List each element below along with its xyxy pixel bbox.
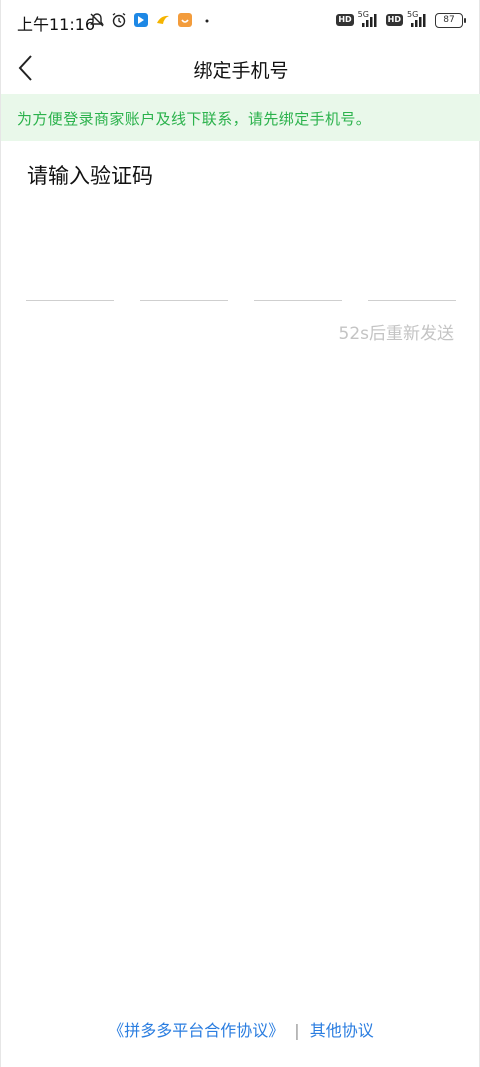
hd-badge: HD <box>336 14 354 26</box>
app-blue-icon <box>134 13 148 27</box>
code-digit-2[interactable] <box>140 240 228 301</box>
status-time: 上午11:16 <box>17 15 96 34</box>
battery-icon: 87 <box>435 12 466 28</box>
app-yellow-icon <box>157 15 169 24</box>
network-type: 5G <box>357 10 369 19</box>
battery-level: 87 <box>443 14 455 25</box>
signal-icon: 5G <box>407 10 431 28</box>
signal-icon: 5G <box>357 10 382 28</box>
nav-header: 绑定手机号 <box>1 42 480 94</box>
resend-countdown: 52s后重新发送 <box>338 324 455 344</box>
platform-agreement-link[interactable]: 《拼多多平台合作协议》 <box>108 1021 284 1040</box>
verification-code-input[interactable] <box>26 240 456 301</box>
verification-prompt: 请输入验证码 <box>27 164 153 188</box>
page-title: 绑定手机号 <box>193 60 289 82</box>
bell-off-icon <box>90 13 104 27</box>
app-orange-icon <box>178 13 192 27</box>
hd-badge: HD <box>385 14 403 26</box>
footer-agreements: 《拼多多平台合作协议》 | 其他协议 <box>1 1017 480 1041</box>
footer-separator: | <box>294 1021 300 1040</box>
notice-banner: 为方便登录商家账户及线下联系，请先绑定手机号。 <box>1 94 480 141</box>
network-type: 5G <box>407 10 419 19</box>
alarm-icon <box>112 12 126 28</box>
code-digit-3[interactable] <box>254 240 342 301</box>
status-bar: 上午11:16 HD 5G HD 5G 87 <box>1 0 480 42</box>
dot-icon <box>205 19 209 23</box>
notice-text: 为方便登录商家账户及线下联系，请先绑定手机号。 <box>17 110 372 128</box>
code-digit-4[interactable] <box>368 240 456 301</box>
status-notification-icons <box>89 12 215 28</box>
code-digit-1[interactable] <box>26 240 114 301</box>
other-agreements-link[interactable]: 其他协议 <box>310 1021 374 1040</box>
status-system-icons: HD 5G HD 5G 87 <box>336 10 466 28</box>
